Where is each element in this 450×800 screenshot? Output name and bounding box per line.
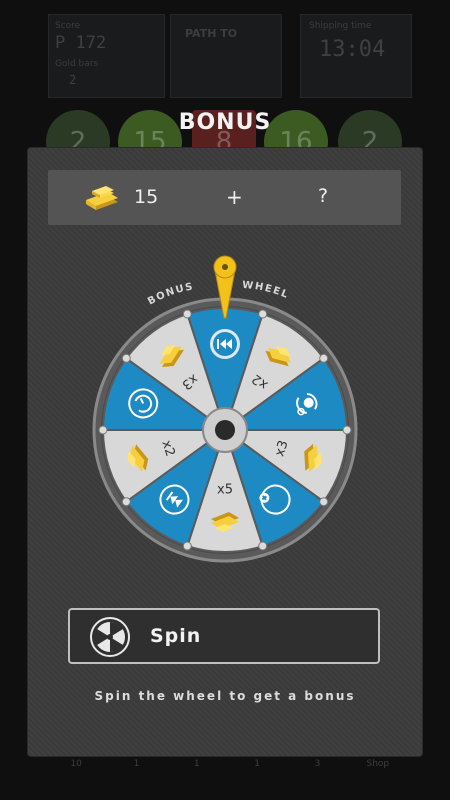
wheel-pin [258, 309, 268, 319]
wheel-pin [121, 353, 131, 363]
spin-button[interactable]: Spin [68, 608, 380, 664]
wheel-pin [342, 425, 352, 435]
wheel-pin [121, 497, 131, 507]
wheel-hub-center [215, 420, 235, 440]
rewind-icon [210, 329, 240, 359]
wheel-spin-icon [90, 617, 130, 657]
wheel-pin [98, 425, 108, 435]
wheel-pin [258, 541, 268, 551]
wheel-pin [319, 497, 329, 507]
wheel-pin [182, 309, 192, 319]
bonus-wheel[interactable]: BONUS WHEEL x2x3x5x2x3 [0, 0, 450, 800]
wheel-label-wheel: WHEEL [242, 280, 291, 301]
wheel-pin [319, 353, 329, 363]
segment-multiplier: x5 [217, 483, 233, 498]
wheel-pin [182, 541, 192, 551]
spin-label: Spin [150, 625, 202, 647]
help-text: Spin the wheel to get a bonus [94, 689, 356, 703]
